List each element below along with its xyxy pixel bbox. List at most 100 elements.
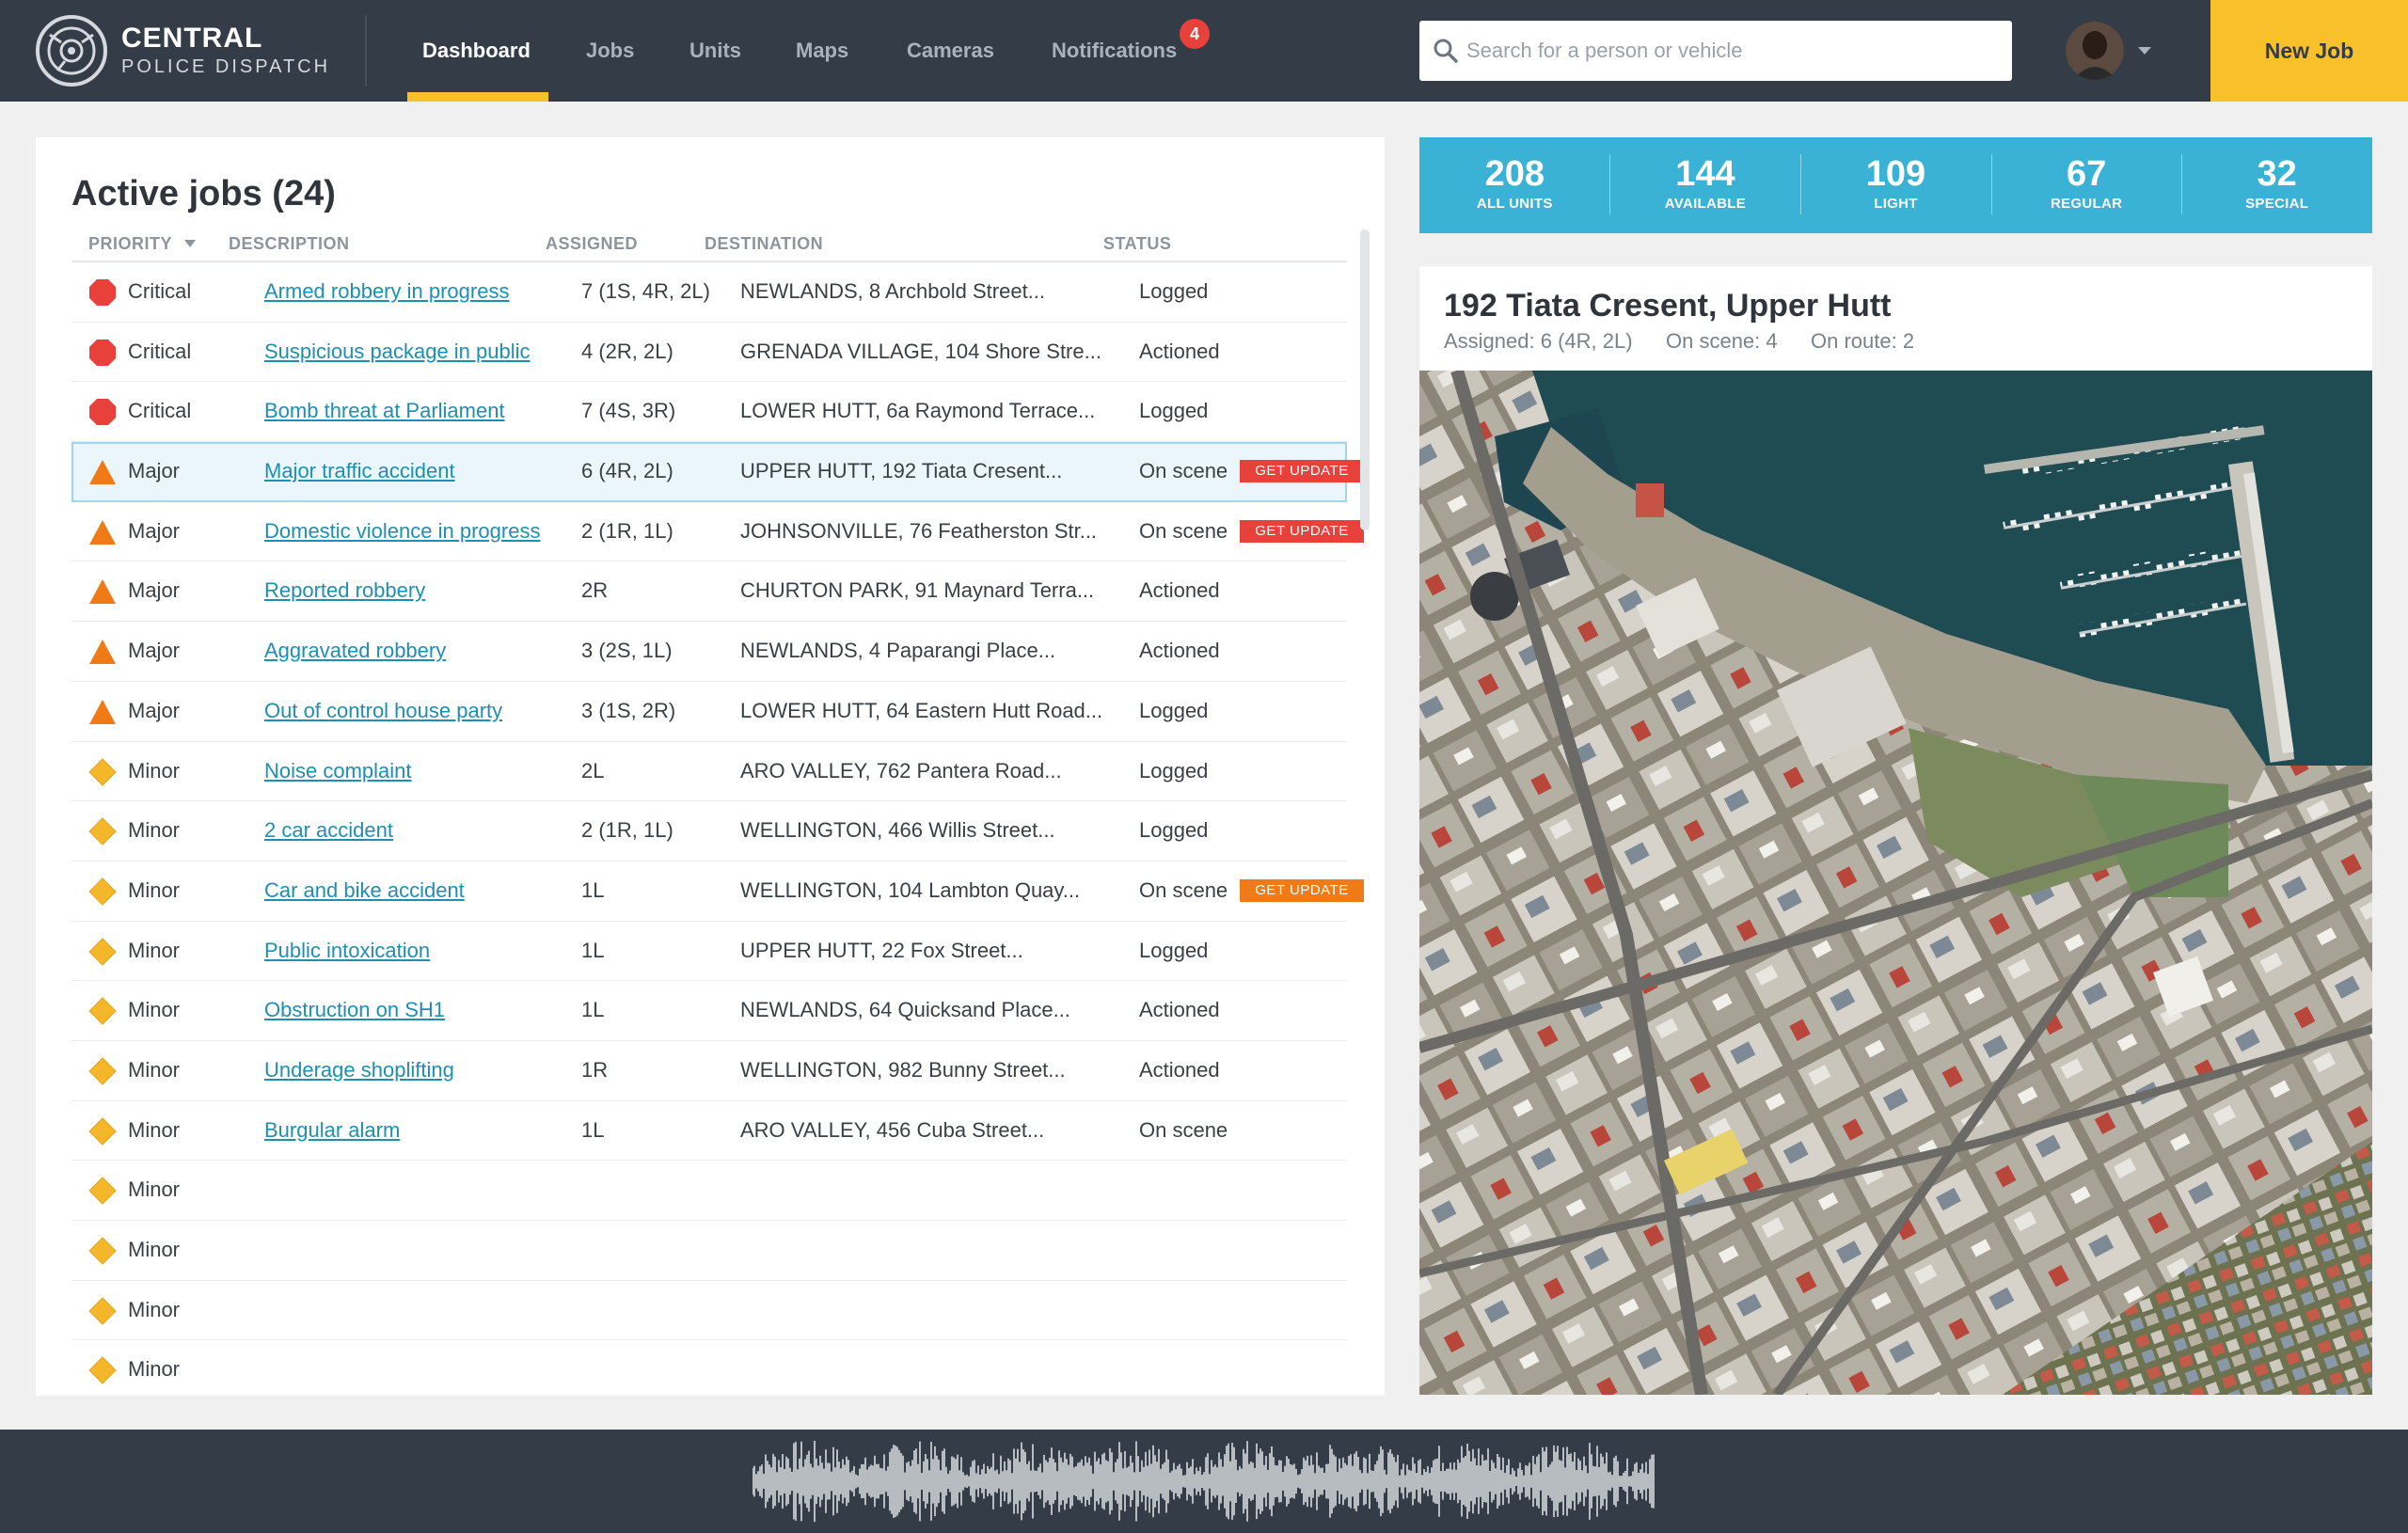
column-header-status[interactable]: STATUS	[1103, 233, 1171, 254]
caret-down-icon[interactable]	[2135, 41, 2154, 60]
nav-jobs[interactable]: Jobs	[586, 38, 634, 64]
destination: NEWLANDS, 4 Paparangi Place...	[740, 639, 1056, 663]
job-status: Actioned	[1139, 1057, 1220, 1082]
nav-divider	[365, 15, 367, 87]
table-row[interactable]: Minor	[71, 1281, 1347, 1341]
job-on-scene-count: On scene: 4	[1666, 329, 1778, 353]
job-description-link[interactable]: Suspicious package in public	[264, 323, 531, 381]
job-description-link[interactable]: Reported robbery	[264, 561, 425, 620]
table-row[interactable]: Major Out of control house party 3 (1S, 2R…	[71, 682, 1347, 742]
column-header-destination[interactable]: DESTINATION	[705, 233, 823, 254]
notifications-count-badge: 4	[1180, 19, 1210, 49]
job-description-link[interactable]: Armed robbery in progress	[264, 262, 509, 321]
priority-label: Major	[128, 698, 181, 722]
priority-label: Minor	[128, 877, 181, 902]
table-row[interactable]: Critical Armed robbery in progress 7 (1S, …	[71, 262, 1347, 323]
table-row[interactable]: Minor Underage shoplifting 1R WELLINGTON, 9…	[71, 1041, 1347, 1101]
waveform-path	[752, 1440, 1655, 1523]
assigned-units: 2L	[581, 758, 605, 782]
triangle-icon	[89, 640, 116, 665]
table-row[interactable]: Minor Burgular alarm 1L ARO VALLEY, 456 Cub…	[71, 1101, 1347, 1162]
table-row[interactable]: Minor	[71, 1340, 1347, 1396]
table-row[interactable]: Major Domestic violence in progress 2 (1R,…	[71, 502, 1364, 562]
nav-units[interactable]: Units	[689, 38, 741, 64]
job-status: On scene	[1139, 877, 1228, 902]
assigned-units: 1L	[581, 998, 605, 1022]
audio-waveform-icon[interactable]	[752, 1435, 1656, 1527]
user-avatar[interactable]	[2066, 22, 2124, 80]
job-status: Logged	[1139, 399, 1209, 423]
new-job-button[interactable]: New Job	[2210, 0, 2408, 102]
stat-regular[interactable]: 67 REGULAR	[1991, 137, 2182, 233]
stat-light[interactable]: 109 LIGHT	[1800, 137, 1991, 233]
table-row[interactable]: Critical Suspicious package in public 4 (2…	[71, 323, 1347, 383]
table-row[interactable]: Major Major traffic accident 6 (4R, 2L) UPP…	[71, 442, 1364, 502]
job-description-link[interactable]: Car and bike accident	[264, 861, 465, 920]
table-row[interactable]: Minor Car and bike accident 1L WELLINGTON, …	[71, 861, 1364, 922]
sort-desc-icon[interactable]	[183, 239, 197, 248]
job-description-link[interactable]: Bomb threat at Parliament	[264, 382, 505, 440]
job-description-link[interactable]: Major traffic accident	[264, 442, 455, 500]
job-status: Logged	[1139, 698, 1209, 722]
job-status: Actioned	[1139, 639, 1220, 663]
stat-value: 109	[1865, 154, 1926, 194]
table-row[interactable]: Major Aggravated robbery 3 (2S, 1L) NEWLAND…	[71, 622, 1347, 682]
assigned-units: 2R	[581, 578, 609, 603]
destination: ARO VALLEY, 762 Pantera Road...	[740, 758, 1062, 782]
octagon-icon	[89, 399, 116, 426]
job-description-link[interactable]: Burgular alarm	[264, 1101, 400, 1160]
triangle-icon	[89, 519, 116, 545]
search-icon	[1434, 39, 1458, 63]
get-update-button[interactable]: GET UPDATE	[1240, 878, 1364, 902]
assigned-units: 1L	[581, 1117, 605, 1142]
diamond-icon	[88, 1356, 117, 1385]
triangle-icon	[89, 699, 116, 724]
job-status: Actioned	[1139, 578, 1220, 603]
triangle-icon	[89, 460, 116, 485]
search-box[interactable]	[1419, 21, 2012, 81]
job-description-link[interactable]: Out of control house party	[264, 682, 502, 740]
nav-cameras[interactable]: Cameras	[907, 38, 994, 64]
target-logo-icon[interactable]	[35, 14, 108, 87]
job-description-link[interactable]: Domestic violence in progress	[264, 502, 540, 561]
satellite-map[interactable]	[1419, 371, 2372, 1395]
priority-label: Major	[128, 459, 181, 483]
get-update-button[interactable]: GET UPDATE	[1240, 460, 1364, 483]
job-detail-title: 192 Tiata Cresent, Upper Hutt	[1444, 288, 1892, 324]
job-on-route-count: On route: 2	[1811, 329, 1915, 353]
priority-label: Minor	[128, 1357, 181, 1382]
stat-all-units[interactable]: 208 ALL UNITS	[1419, 137, 1610, 233]
table-row[interactable]: Minor Noise complaint 2L ARO VALLEY, 762 Pa…	[71, 742, 1347, 802]
stat-available[interactable]: 144 AVAILABLE	[1610, 137, 1801, 233]
destination: ARO VALLEY, 456 Cuba Street...	[740, 1117, 1045, 1142]
search-input[interactable]	[1466, 21, 1993, 81]
table-row[interactable]: Minor Obstruction on SH1 1L NEWLANDS, 64 Qu…	[71, 981, 1347, 1041]
table-row[interactable]: Minor	[71, 1221, 1347, 1281]
job-description-link[interactable]: Obstruction on SH1	[264, 981, 445, 1039]
column-header-assigned[interactable]: ASSIGNED	[546, 233, 638, 254]
table-row[interactable]: Critical Bomb threat at Parliament 7 (4S, …	[71, 382, 1347, 443]
job-description-link[interactable]: Noise complaint	[264, 742, 412, 800]
table-row[interactable]: Minor	[71, 1161, 1347, 1221]
destination: JOHNSONVILLE, 76 Featherston Str...	[740, 518, 1098, 543]
priority-label: Critical	[128, 399, 192, 423]
table-row[interactable]: Major Reported robbery 2R CHURTON PARK, 91 …	[71, 561, 1347, 623]
job-description-link[interactable]: 2 car accident	[264, 801, 393, 860]
stat-value: 67	[2066, 154, 2107, 194]
job-description-link[interactable]: Underage shoplifting	[264, 1041, 454, 1099]
table-row[interactable]: Minor 2 car accident 2 (1R, 1L) WELLINGTON,…	[71, 801, 1347, 861]
nav-notifications[interactable]: Notifications	[1052, 38, 1177, 64]
destination: NEWLANDS, 8 Archbold Street...	[740, 279, 1046, 303]
octagon-icon	[89, 339, 116, 366]
job-description-link[interactable]: Public intoxication	[264, 922, 430, 980]
stat-special[interactable]: 32 SPECIAL	[2181, 137, 2372, 233]
column-header-priority[interactable]: PRIORITY	[88, 233, 172, 254]
job-description-link[interactable]: Aggravated robbery	[264, 622, 446, 680]
column-header-description[interactable]: DESCRIPTION	[229, 233, 350, 254]
table-row[interactable]: Minor Public intoxication 1L UPPER HUTT, 22…	[71, 922, 1347, 982]
nav-maps[interactable]: Maps	[796, 38, 848, 64]
nav-dashboard[interactable]: Dashboard	[422, 38, 531, 64]
get-update-button[interactable]: GET UPDATE	[1240, 519, 1364, 543]
stat-value: 32	[2257, 154, 2297, 194]
jobs-scrollbar[interactable]	[1360, 229, 1370, 530]
